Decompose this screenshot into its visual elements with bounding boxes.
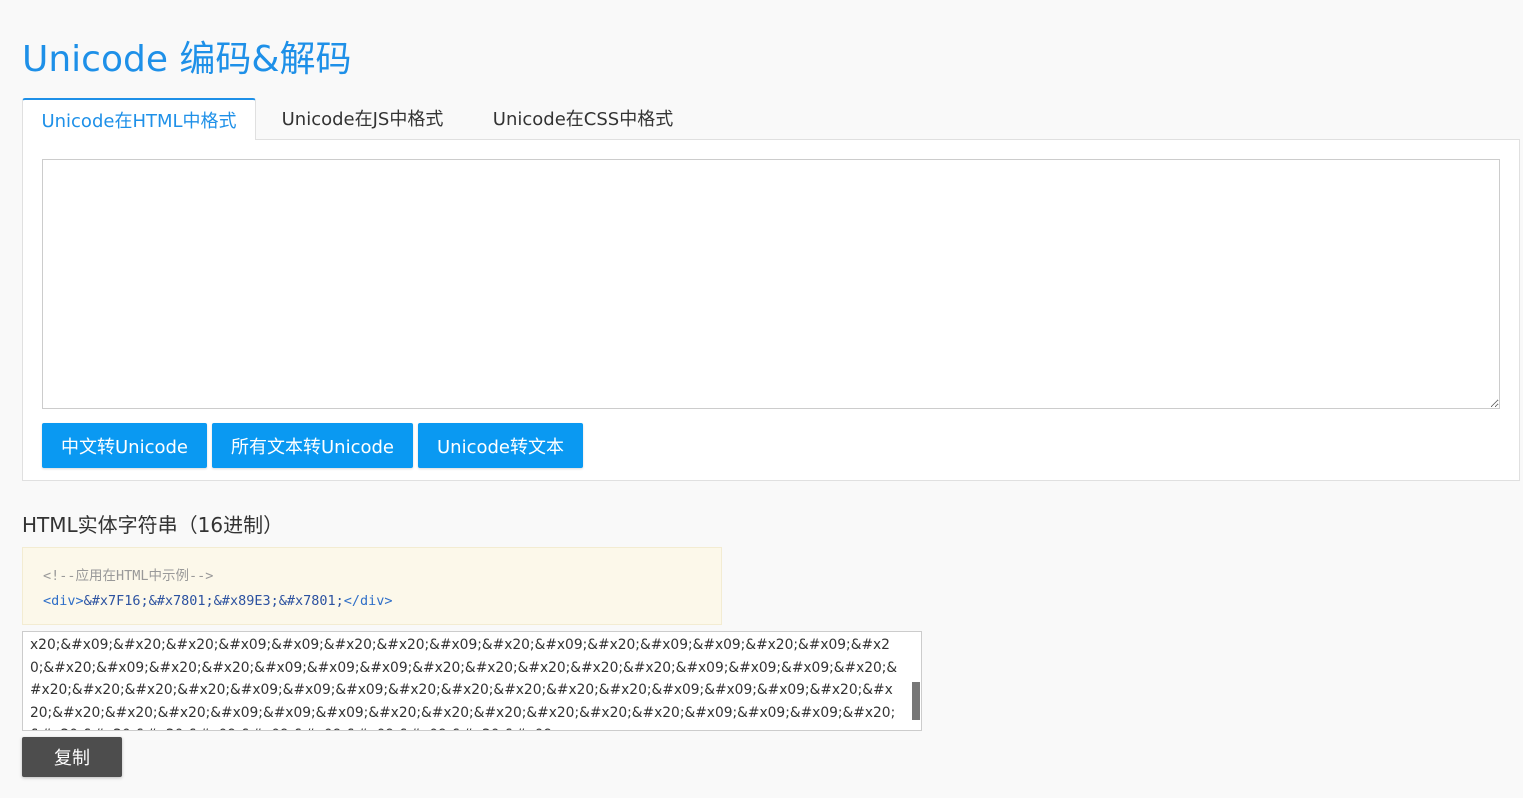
example-open-tag: <div> bbox=[43, 593, 84, 609]
tab-html-format[interactable]: Unicode在HTML中格式 bbox=[22, 98, 256, 140]
tab-js-format[interactable]: Unicode在JS中格式 bbox=[256, 98, 469, 140]
tab-css-format[interactable]: Unicode在CSS中格式 bbox=[469, 98, 697, 140]
output-text: x20;&#x09;&#x20;&#x20;&#x09;&#x09;&#x20;… bbox=[30, 637, 898, 730]
tab-bar: Unicode在HTML中格式 Unicode在JS中格式 Unicode在CS… bbox=[22, 98, 697, 140]
example-comment: <!--应用在HTML中示例--> bbox=[43, 568, 214, 584]
example-entities: &#x7F16;&#x7801;&#x89E3;&#x7801; bbox=[83, 593, 344, 609]
output-section-title: HTML实体字符串（16进制） bbox=[22, 513, 284, 537]
page-title: Unicode 编码&解码 bbox=[22, 39, 352, 80]
output-textarea[interactable]: x20;&#x09;&#x20;&#x20;&#x09;&#x09;&#x20;… bbox=[22, 631, 922, 731]
copy-button[interactable]: 复制 bbox=[22, 737, 122, 777]
unicode-to-text-button[interactable]: Unicode转文本 bbox=[418, 423, 583, 468]
action-buttons: 中文转Unicode 所有文本转Unicode Unicode转文本 bbox=[42, 423, 583, 468]
output-scrollbar[interactable] bbox=[912, 682, 920, 720]
all-text-to-unicode-button[interactable]: 所有文本转Unicode bbox=[212, 423, 413, 468]
example-code: <div>&#x7F16;&#x7801;&#x89E3;&#x7801;</d… bbox=[43, 589, 701, 614]
chinese-to-unicode-button[interactable]: 中文转Unicode bbox=[42, 423, 207, 468]
example-close-tag: </div> bbox=[343, 593, 393, 609]
text-input[interactable] bbox=[42, 159, 1500, 409]
html-usage-example: <!--应用在HTML中示例--> <div>&#x7F16;&#x7801;&… bbox=[22, 547, 722, 625]
converter-panel: 中文转Unicode 所有文本转Unicode Unicode转文本 bbox=[22, 139, 1520, 481]
